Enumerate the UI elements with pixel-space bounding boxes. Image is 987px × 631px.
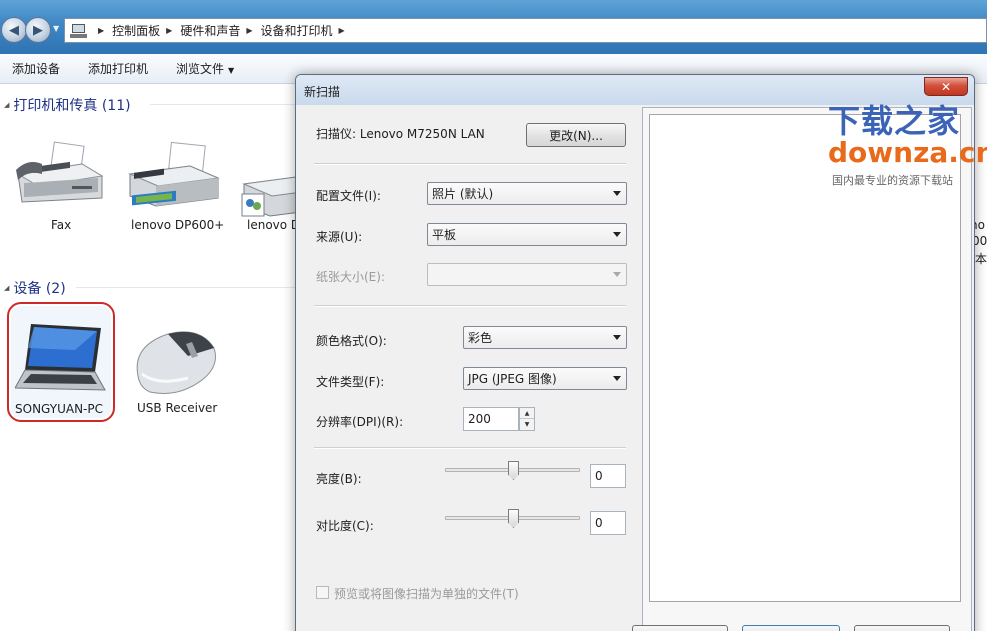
source-select[interactable]: 平板 <box>427 223 627 246</box>
fax-icon[interactable] <box>12 140 106 212</box>
separate-files-label: 预览或将图像扫描为单独的文件(T) <box>334 587 519 601</box>
source-label: 来源(U): <box>316 230 363 244</box>
printer-label-lenovo-dp600[interactable]: lenovo DP600+ <box>131 218 224 232</box>
printer-label-fax[interactable]: Fax <box>51 218 71 232</box>
control-panel-icon <box>70 23 88 39</box>
section-divider <box>314 163 626 165</box>
preview-button[interactable] <box>632 625 728 631</box>
browse-files-button[interactable]: 浏览文件 ▼ <box>176 60 234 77</box>
breadcrumb-devices-printers[interactable]: 设备和打印机 <box>261 22 333 39</box>
close-icon: ✕ <box>940 79 952 94</box>
add-device-button[interactable]: 添加设备 <box>12 60 60 77</box>
recent-pages-dropdown-icon[interactable]: ▼ <box>53 24 59 33</box>
contrast-input[interactable]: 0 <box>590 511 626 535</box>
breadcrumb-separator-icon[interactable]: ▶ <box>339 26 345 35</box>
profile-label: 配置文件(I): <box>316 189 381 203</box>
arrow-left-icon: ◀ <box>9 22 19 38</box>
dropdown-arrow-icon <box>613 335 621 340</box>
close-button[interactable]: ✕ <box>924 77 968 96</box>
watermark-domain: downza.cn <box>828 136 987 169</box>
resolution-label: 分辨率(DPI)(R): <box>316 415 404 429</box>
breadcrumb-separator-icon[interactable]: ▶ <box>246 26 252 35</box>
contrast-slider-thumb[interactable] <box>508 509 519 528</box>
downza-watermark: 下载之家 downza.cn 国内最专业的资源下载站 <box>828 96 987 188</box>
collapse-caret-icon: ◢ <box>4 101 10 109</box>
chevron-down-icon: ▼ <box>228 66 235 75</box>
dropdown-arrow-icon <box>613 232 621 237</box>
profile-value: 照片 (默认) <box>432 187 494 201</box>
file-type-select[interactable]: JPG (JPEG 图像) <box>463 367 627 390</box>
color-format-select[interactable]: 彩色 <box>463 326 627 349</box>
breadcrumb-separator-icon[interactable]: ▶ <box>166 26 172 35</box>
group-divider <box>150 104 300 105</box>
paper-size-label: 纸张大小(E): <box>316 270 385 284</box>
add-printer-button[interactable]: 添加打印机 <box>88 60 148 77</box>
change-scanner-button[interactable]: 更改(N)... <box>526 123 626 147</box>
brightness-slider-thumb[interactable] <box>508 461 519 480</box>
back-button[interactable]: ◀ <box>1 17 27 43</box>
file-type-value: JPG (JPEG 图像) <box>468 372 557 386</box>
printers-group-header[interactable]: ◢ 打印机和传真 (11) <box>4 95 131 115</box>
dropdown-arrow-icon <box>613 191 621 196</box>
profile-select[interactable]: 照片 (默认) <box>427 182 627 205</box>
contrast-label: 对比度(C): <box>316 519 374 533</box>
device-label-usb-receiver[interactable]: USB Receiver <box>137 401 217 415</box>
breadcrumb-hardware-sound[interactable]: 硬件和声音 <box>180 22 240 39</box>
resolution-spinner[interactable]: ▲ ▼ <box>519 407 535 431</box>
printer-icon[interactable] <box>126 140 222 212</box>
cancel-button[interactable] <box>854 625 950 631</box>
mouse-icon[interactable] <box>128 326 220 398</box>
devices-group-header[interactable]: ◢ 设备 (2) <box>4 278 66 298</box>
breadcrumb-control-panel[interactable]: 控制面板 <box>112 22 160 39</box>
dropdown-arrow-icon <box>613 376 621 381</box>
scanner-label: 扫描仪: Lenovo M7250N LAN <box>316 127 485 141</box>
spin-down-icon[interactable]: ▼ <box>520 419 534 430</box>
explorer-titlebar: ◀ ▶ ▼ ▶ 控制面板 ▶ 硬件和声音 ▶ 设备和打印机 ▶ <box>0 0 987 54</box>
printer-label-lenovo-d[interactable]: lenovo D <box>247 218 300 232</box>
separate-files-checkbox[interactable] <box>316 586 329 599</box>
brightness-label: 亮度(B): <box>316 472 362 486</box>
devices-group-title: 设备 (2) <box>13 281 66 297</box>
arrow-right-icon: ▶ <box>33 22 43 38</box>
source-value: 平板 <box>432 228 457 242</box>
watermark-slogan: 国内最专业的资源下载站 <box>832 174 953 187</box>
collapse-caret-icon: ◢ <box>4 284 10 292</box>
dialog-title: 新扫描 <box>304 85 341 99</box>
color-format-label: 颜色格式(O): <box>316 334 387 348</box>
section-divider <box>314 305 626 307</box>
browse-files-label: 浏览文件 <box>176 62 225 76</box>
laptop-icon <box>15 324 106 391</box>
file-type-label: 文件类型(F): <box>316 375 385 389</box>
section-divider <box>314 447 626 449</box>
group-divider <box>76 287 300 288</box>
printers-group-title: 打印机和传真 (11) <box>13 98 131 114</box>
device-label-songyuan-pc: SONGYUAN-PC <box>15 402 103 416</box>
paper-size-select <box>427 263 627 286</box>
scan-button[interactable] <box>742 625 840 631</box>
resolution-input[interactable]: 200 <box>463 407 519 431</box>
partial-device-label: 本 <box>975 252 987 266</box>
color-format-value: 彩色 <box>468 331 493 345</box>
spin-up-icon[interactable]: ▲ <box>520 408 534 419</box>
brightness-input[interactable]: 0 <box>590 464 626 488</box>
dropdown-arrow-icon <box>613 272 621 277</box>
device-tile-songyuan-pc[interactable]: SONGYUAN-PC <box>7 302 115 422</box>
address-bar[interactable]: ▶ 控制面板 ▶ 硬件和声音 ▶ 设备和打印机 ▶ <box>64 18 987 43</box>
forward-button[interactable]: ▶ <box>25 17 51 43</box>
breadcrumb-separator-icon: ▶ <box>98 26 105 35</box>
